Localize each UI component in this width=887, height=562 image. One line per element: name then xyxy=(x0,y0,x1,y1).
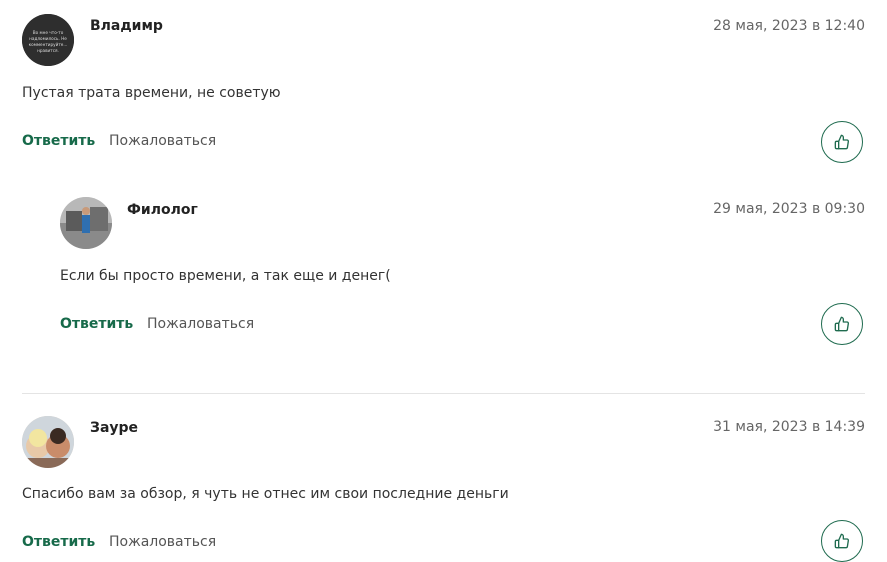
thumbs-up-icon xyxy=(834,134,849,150)
complain-button[interactable]: Пожаловаться xyxy=(109,534,216,550)
comment-author: Зауре xyxy=(90,420,139,436)
comment-author: Владимр xyxy=(90,18,163,34)
reply-button[interactable]: Ответить xyxy=(60,316,133,332)
svg-text:нравится.: нравится. xyxy=(37,48,59,53)
thumbs-up-icon xyxy=(834,316,849,332)
like-button[interactable] xyxy=(821,520,863,562)
reply-button[interactable]: Ответить xyxy=(22,133,95,149)
avatar: Во мне что-то надломилось. Не комментиру… xyxy=(22,14,74,66)
avatar xyxy=(60,197,112,249)
comment-text: Пустая трата времени, не советую xyxy=(22,85,281,101)
thumbs-up-icon xyxy=(834,533,849,549)
comment-date: 29 мая, 2023 в 09:30 xyxy=(713,201,865,217)
comment-date: 31 мая, 2023 в 14:39 xyxy=(713,419,865,435)
comment-text: Если бы просто времени, а так еще и дене… xyxy=(60,268,391,284)
complain-button[interactable]: Пожаловаться xyxy=(147,316,254,332)
complain-button[interactable]: Пожаловаться xyxy=(109,133,216,149)
comment-text: Спасибо вам за обзор, я чуть не отнес им… xyxy=(22,486,509,502)
like-button[interactable] xyxy=(821,121,863,163)
svg-text:надломилось. Не: надломилось. Не xyxy=(29,36,67,41)
svg-text:комментируйте...: комментируйте... xyxy=(29,42,68,47)
comment-divider xyxy=(22,393,865,394)
reply-button[interactable]: Ответить xyxy=(22,534,95,550)
avatar xyxy=(22,416,74,468)
comment-date: 28 мая, 2023 в 12:40 xyxy=(713,18,865,34)
comment-author: Филолог xyxy=(127,202,198,218)
svg-text:Во мне что-то: Во мне что-то xyxy=(33,30,64,35)
like-button[interactable] xyxy=(821,303,863,345)
